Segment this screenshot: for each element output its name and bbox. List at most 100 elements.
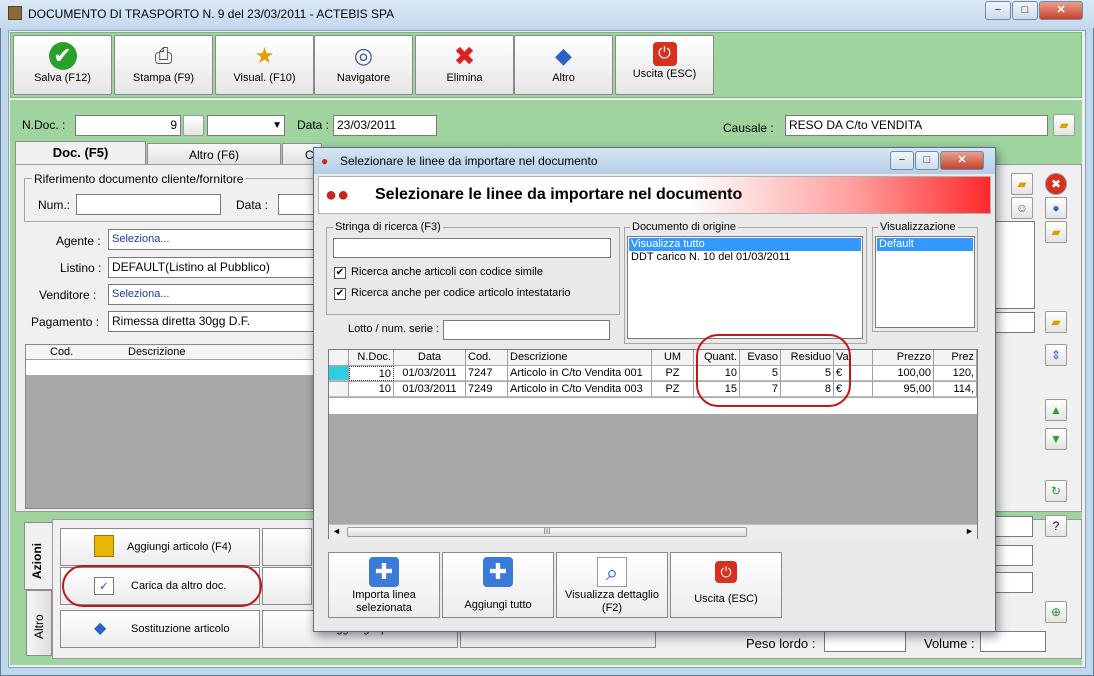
side-field[interactable]	[995, 312, 1035, 333]
close-button[interactable]: ✕	[1039, 1, 1083, 20]
table-cell[interactable]: 10	[349, 366, 394, 381]
view-item-default[interactable]: Default	[877, 238, 973, 251]
venditore-field[interactable]: Seleziona...	[108, 284, 316, 305]
date-field[interactable]: 23/03/2011	[333, 115, 437, 136]
volume-field[interactable]	[980, 631, 1046, 652]
owner-code-checkbox[interactable]: ✔	[334, 288, 346, 300]
horizontal-scrollbar[interactable]: ◄ III ►	[329, 524, 977, 539]
ndoc-field[interactable]: 9	[75, 115, 181, 136]
ndoc-suffix-button[interactable]	[183, 115, 204, 136]
row-indicator[interactable]	[329, 366, 349, 381]
replace-article-button[interactable]: ◆ Sostituzione articolo	[60, 610, 260, 648]
scroll-left-icon[interactable]: ◄	[332, 526, 341, 536]
search-input[interactable]	[333, 238, 611, 258]
action-button-4[interactable]	[262, 567, 312, 605]
col-prezzo[interactable]: Prezzo	[873, 350, 934, 365]
pagamento-field[interactable]: Rimessa diretta 30gg D.F.	[108, 311, 316, 332]
table-cell[interactable]: 7247	[466, 366, 508, 381]
table-cell[interactable]: Articolo in C/to Vendita 001	[508, 366, 652, 381]
table-cell[interactable]: Articolo in C/to Vendita 003	[508, 382, 652, 397]
arrow-down-icon[interactable]: ▼	[1045, 428, 1067, 450]
col-ndoc[interactable]: N.Doc.	[349, 350, 394, 365]
lotto-input[interactable]	[443, 320, 610, 340]
scroll-thumb[interactable]: III	[347, 527, 747, 537]
table-cell[interactable]: 01/03/2011	[394, 382, 466, 397]
causale-field[interactable]: RESO DA C/to VENDITA	[785, 115, 1048, 136]
help-button[interactable]: ?	[1045, 515, 1067, 537]
navigator-button[interactable]: ◎ Navigatore	[314, 35, 413, 95]
swap-icon[interactable]: ⇕	[1045, 344, 1067, 366]
maximize-button[interactable]: □	[1012, 1, 1038, 20]
footer-field-1[interactable]	[995, 516, 1033, 537]
footer-field-2[interactable]	[995, 545, 1033, 566]
table-cell[interactable]: 10	[349, 382, 394, 397]
rif-date-field[interactable]	[278, 194, 316, 215]
col-cod[interactable]: Cod.	[466, 350, 508, 365]
print-button[interactable]: ⎙ Stampa (F9)	[114, 35, 213, 95]
dialog-exit-button[interactable]: ⏻ Uscita (ESC)	[670, 552, 782, 618]
view-list[interactable]: Default	[875, 236, 975, 328]
lines-grid-row[interactable]	[26, 360, 316, 376]
zoom-icon[interactable]: ⊕	[1045, 601, 1067, 623]
table-cell[interactable]: PZ	[652, 382, 694, 397]
table-cell[interactable]: 7249	[466, 382, 508, 397]
globe-icon[interactable]: ●	[1045, 197, 1067, 219]
refresh-icon[interactable]: ↻	[1045, 480, 1067, 502]
table-cell[interactable]: 01/03/2011	[394, 366, 466, 381]
close-icon[interactable]: ✖	[1045, 173, 1067, 195]
table-cell[interactable]: 100,00	[873, 366, 934, 381]
folder-icon[interactable]: ▰	[1045, 221, 1067, 243]
peso-field[interactable]	[824, 631, 906, 652]
table-cell[interactable]: 114,	[934, 382, 977, 397]
origin-list[interactable]: Visualizza tutto DDT carico N. 10 del 01…	[627, 236, 863, 339]
add-article-button[interactable]: Aggiungi articolo (F4)	[60, 528, 260, 566]
listino-field[interactable]: DEFAULT(Listino al Pubblico)	[108, 257, 316, 278]
dialog-maximize-button[interactable]: □	[915, 151, 939, 170]
col-descrizione[interactable]: Descrizione	[508, 350, 652, 365]
strawberry-icon: ●●	[325, 184, 350, 206]
peso-label: Peso lordo :	[746, 636, 816, 651]
more-button[interactable]: ◆ Altro	[514, 35, 613, 95]
origin-item-all[interactable]: Visualizza tutto	[629, 238, 861, 251]
origin-item-ddt[interactable]: DDT carico N. 10 del 01/03/2011	[629, 251, 861, 264]
add-all-button[interactable]: ✚ Aggiungi tutto	[442, 552, 554, 618]
agente-field[interactable]: Seleziona...	[108, 229, 316, 250]
notes-field[interactable]	[995, 221, 1035, 309]
num-field[interactable]	[76, 194, 221, 215]
minimize-button[interactable]: −	[985, 1, 1011, 20]
import-line-button[interactable]: ✚ Importa linea selezionata	[328, 552, 440, 618]
tab-azioni[interactable]: Azioni	[24, 522, 52, 590]
dialog-title: Selezionare le linee da importare nel do…	[340, 154, 598, 168]
box-icon	[94, 535, 114, 557]
save-button[interactable]: ✔ Salva (F12)	[13, 35, 112, 95]
exit-button[interactable]: ⏻ Uscita (ESC)	[615, 35, 714, 95]
origin-title: Documento di origine	[630, 221, 738, 233]
footer-field-3[interactable]	[995, 572, 1033, 593]
col-data[interactable]: Data	[394, 350, 466, 365]
table-cell[interactable]: PZ	[652, 366, 694, 381]
table-cell[interactable]: 95,00	[873, 382, 934, 397]
similar-code-checkbox[interactable]: ✔	[334, 267, 346, 279]
folder-icon[interactable]: ▰	[1011, 173, 1033, 195]
power-icon: ⏻	[715, 561, 737, 583]
tab-altro-side[interactable]: Altro	[26, 590, 52, 656]
col-um[interactable]: UM	[652, 350, 694, 365]
dialog-close-button[interactable]: ✕	[940, 151, 984, 170]
user-icon[interactable]: ☺	[1011, 197, 1033, 219]
tab-altro[interactable]: Altro (F6)	[147, 143, 281, 165]
folder-icon[interactable]: ▰	[1053, 114, 1075, 136]
delete-button[interactable]: ✖ Elimina	[415, 35, 514, 95]
table-cell[interactable]: 120,	[934, 366, 977, 381]
row-indicator[interactable]	[329, 382, 349, 397]
rif-data-label: Data :	[236, 198, 269, 212]
arrow-up-icon[interactable]: ▲	[1045, 399, 1067, 421]
preview-button[interactable]: ★ Visual. (F10)	[215, 35, 314, 95]
tab-doc[interactable]: Doc. (F5)	[15, 141, 146, 165]
dialog-minimize-button[interactable]: −	[890, 151, 914, 170]
folder-icon[interactable]: ▰	[1045, 311, 1067, 333]
view-detail-button[interactable]: ⌕ Visualizza dettaglio (F2)	[556, 552, 668, 618]
scroll-right-icon[interactable]: ►	[965, 526, 974, 536]
action-button-2[interactable]	[262, 528, 312, 566]
ndoc-series-select[interactable]: ▼	[207, 115, 285, 136]
col-prez[interactable]: Prez	[934, 350, 977, 365]
